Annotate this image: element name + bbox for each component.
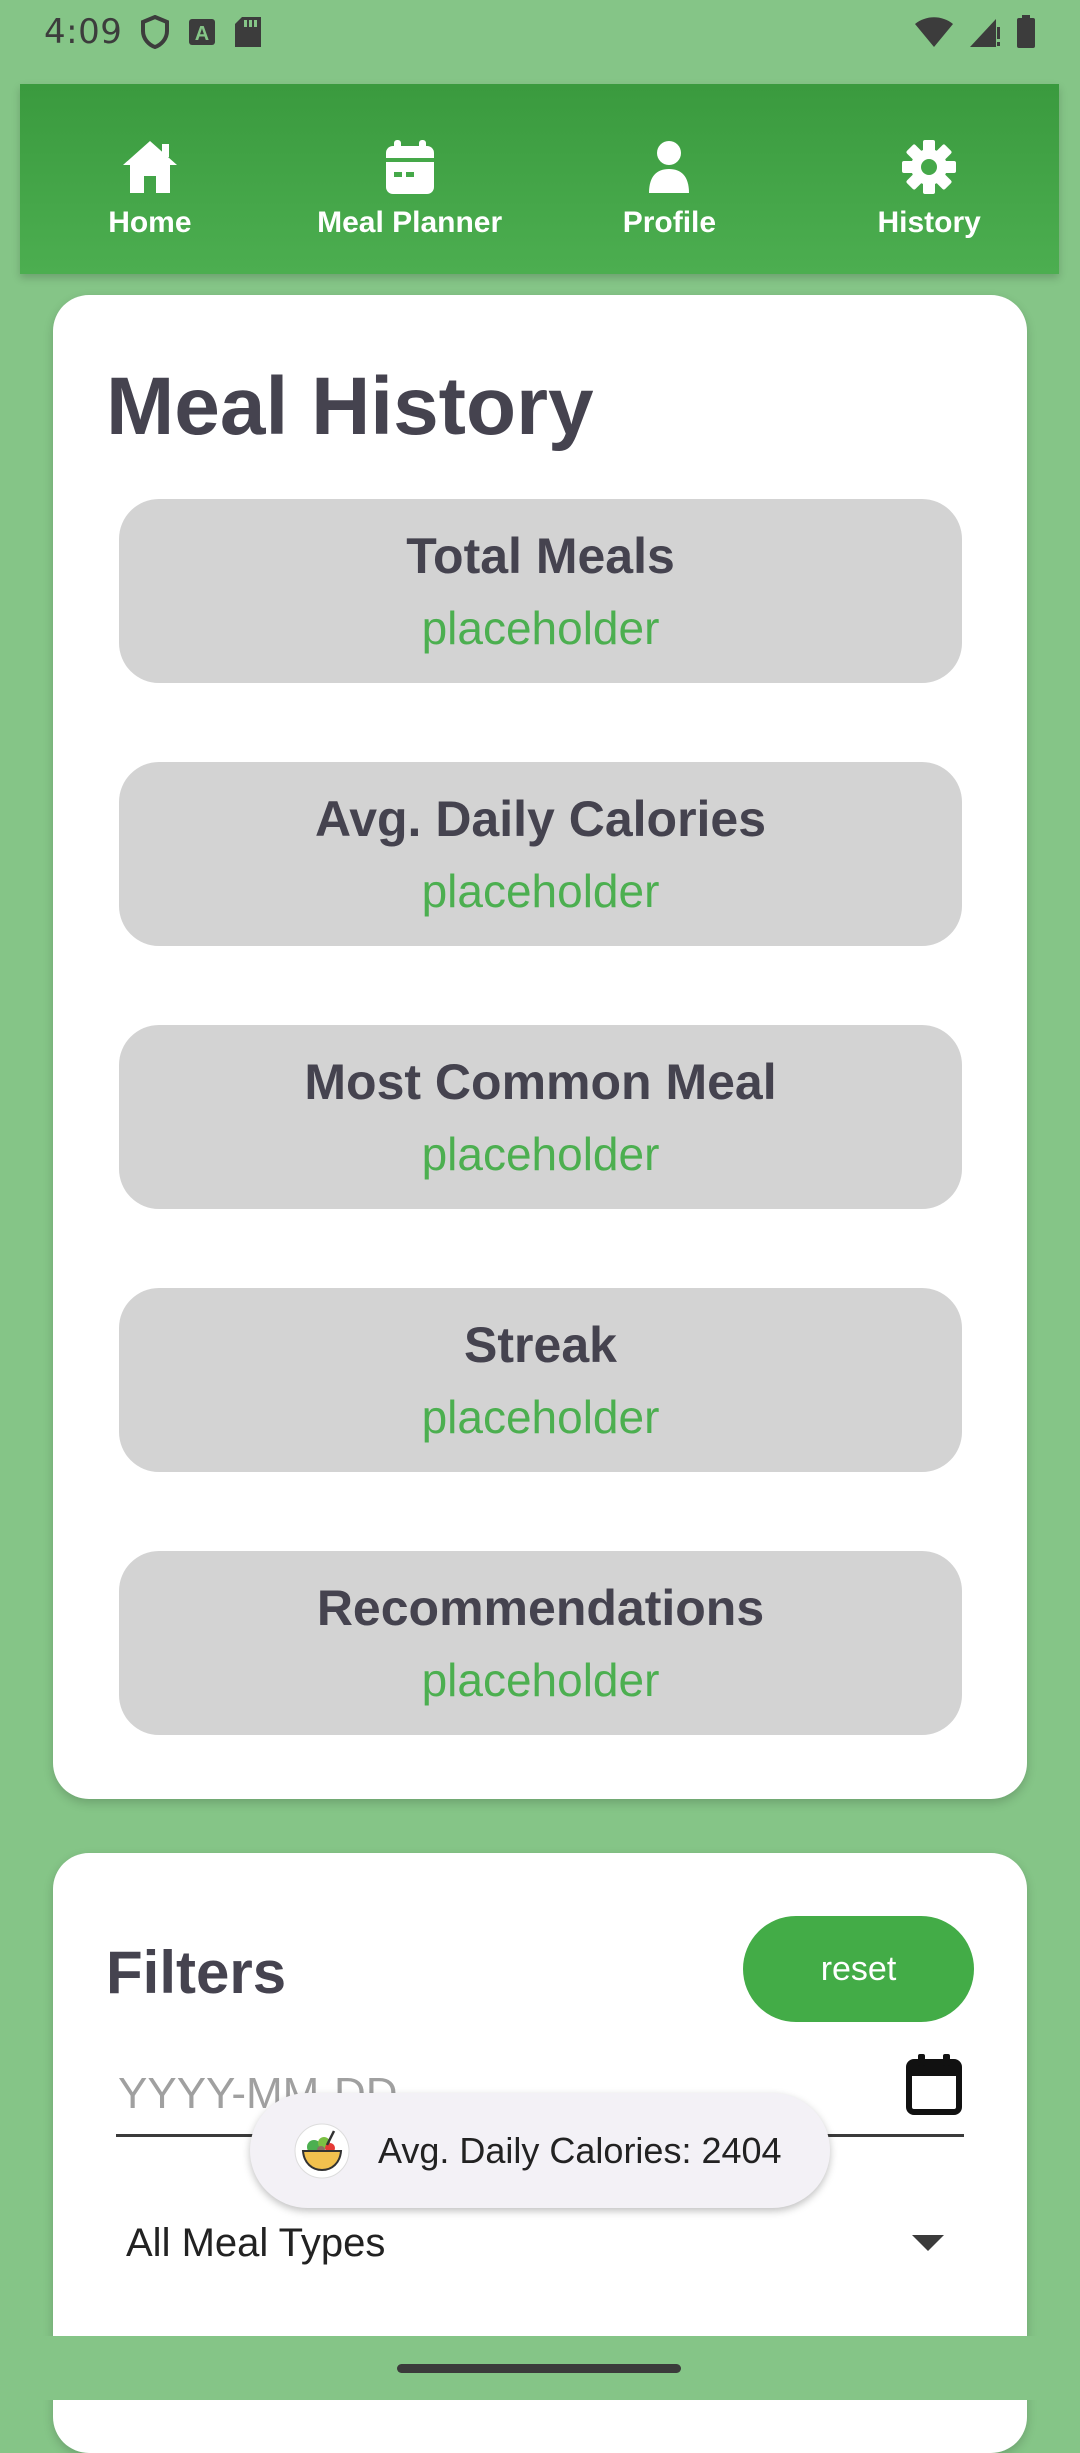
svg-text:A: A bbox=[195, 23, 209, 45]
nav-item-meal-planner[interactable]: Meal Planner bbox=[280, 84, 540, 274]
signal-icon bbox=[970, 19, 1000, 47]
battery-icon bbox=[1017, 15, 1035, 48]
stat-value: placeholder bbox=[421, 865, 660, 917]
sd-card-icon bbox=[235, 17, 262, 47]
toast-text: Avg. Daily Calories: 2404 bbox=[378, 2129, 782, 2171]
stat-title: Recommendations bbox=[316, 1580, 765, 1636]
calendar-icon bbox=[385, 140, 434, 194]
salad-bowl-icon bbox=[294, 2123, 350, 2178]
stat-title: Streak bbox=[464, 1317, 617, 1373]
stat-most-common-meal: Most Common Meal placeholder bbox=[119, 1025, 962, 1209]
stat-value: placeholder bbox=[421, 1391, 660, 1443]
stat-recommendations: Recommendations placeholder bbox=[119, 1551, 962, 1735]
stat-title: Avg. Daily Calories bbox=[314, 791, 767, 847]
nav-item-home[interactable]: Home bbox=[20, 84, 280, 274]
nav-label: History bbox=[877, 206, 981, 239]
stat-total-meals: Total Meals placeholder bbox=[119, 499, 962, 683]
stat-value: placeholder bbox=[421, 602, 660, 654]
wifi-icon bbox=[915, 17, 953, 47]
nav-item-history[interactable]: History bbox=[799, 84, 1059, 274]
shield-icon bbox=[141, 15, 170, 49]
top-nav: Home Meal Planner Profile History bbox=[20, 84, 1059, 274]
meal-type-select[interactable]: All Meal Types bbox=[116, 2198, 964, 2288]
filters-title: Filters bbox=[106, 1939, 287, 2006]
home-gesture-bar[interactable] bbox=[397, 2364, 681, 2373]
nav-item-profile[interactable]: Profile bbox=[540, 84, 800, 274]
nav-label: Home bbox=[108, 206, 192, 239]
stat-streak: Streak placeholder bbox=[119, 1288, 962, 1472]
reset-button[interactable]: reset bbox=[743, 1916, 974, 2022]
page-title: Meal History bbox=[106, 361, 594, 452]
status-bar: 4:09 A bbox=[0, 0, 1080, 64]
calendar-icon[interactable] bbox=[904, 2053, 964, 2117]
stat-value: placeholder bbox=[421, 1654, 660, 1706]
stat-value: placeholder bbox=[421, 1128, 660, 1180]
keyboard-a-icon: A bbox=[189, 19, 216, 45]
stat-avg-daily-calories: Avg. Daily Calories placeholder bbox=[119, 762, 962, 946]
nav-label: Meal Planner bbox=[317, 206, 503, 239]
home-icon bbox=[122, 141, 177, 193]
meal-type-value: All Meal Types bbox=[126, 2220, 386, 2265]
stat-title: Total Meals bbox=[406, 528, 675, 584]
nav-label: Profile bbox=[622, 206, 717, 239]
meal-history-card: Meal History Total Meals placeholder Avg… bbox=[53, 295, 1027, 1799]
gear-icon bbox=[902, 140, 957, 194]
status-time: 4:09 bbox=[44, 12, 123, 52]
person-icon bbox=[649, 141, 690, 193]
stat-title: Most Common Meal bbox=[304, 1054, 777, 1110]
dropdown-arrow-icon bbox=[912, 2235, 944, 2251]
toast: Avg. Daily Calories: 2404 bbox=[250, 2093, 830, 2208]
